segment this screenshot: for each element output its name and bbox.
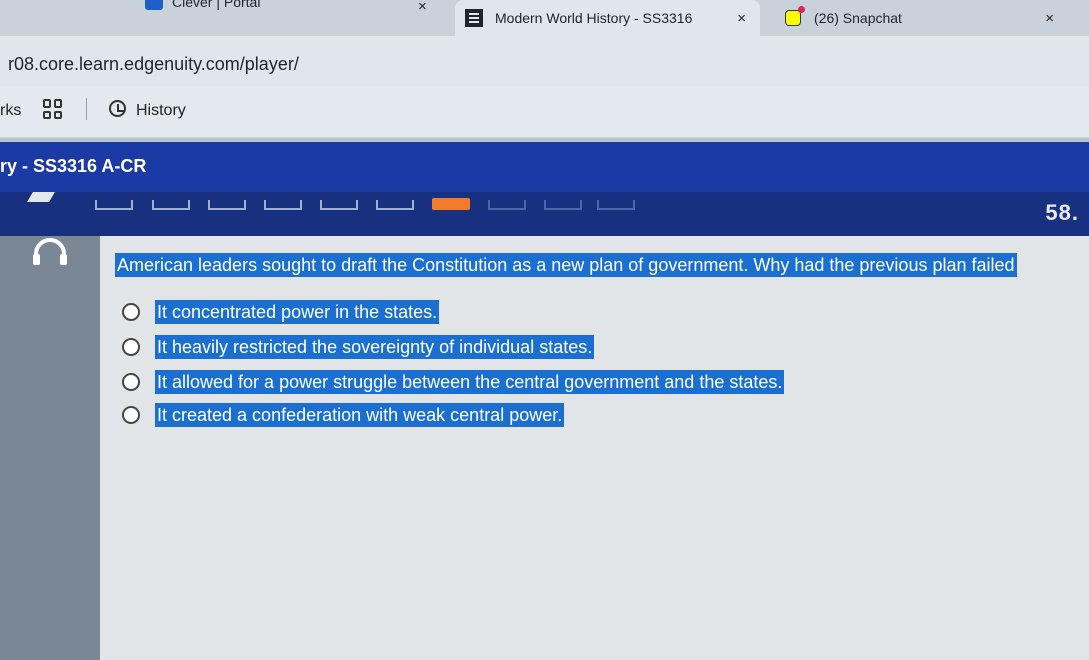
answer-choice-4[interactable]: It created a confederation with weak cen… (122, 402, 565, 428)
progress-segment-current[interactable] (432, 198, 470, 210)
answer-text: It allowed for a power struggle between … (155, 370, 785, 394)
progress-segment[interactable] (264, 200, 302, 210)
radio-button[interactable] (122, 406, 140, 424)
course-header: ry - SS3316 A-CR (0, 142, 1089, 192)
clever-favicon-icon (145, 0, 163, 10)
tab-title: Modern World History - SS3316 (495, 10, 693, 26)
question-prompt: American leaders sought to draft the Con… (115, 253, 1017, 277)
answer-text: It created a confederation with weak cen… (155, 403, 565, 427)
answer-choice-2[interactable]: It heavily restricted the sovereignty of… (122, 334, 595, 360)
tab-close-icon[interactable]: × (1045, 10, 1054, 27)
bookmark-history[interactable]: History (136, 102, 186, 120)
course-title: ry - SS3316 A-CR (0, 156, 147, 176)
left-rail (0, 236, 100, 660)
tab-modern-world-history[interactable]: Modern World History - SS3316 × (455, 0, 760, 36)
progress-segment[interactable] (597, 200, 635, 210)
tab-close-icon[interactable]: × (737, 10, 746, 27)
bookmark-item[interactable]: rks (0, 102, 21, 120)
url-text[interactable]: r08.core.learn.edgenuity.com/player/ (8, 54, 299, 75)
progress-segment[interactable] (320, 200, 358, 210)
progress-segment[interactable] (95, 200, 133, 210)
radio-button[interactable] (122, 338, 140, 356)
progress-segment[interactable] (208, 200, 246, 210)
tab-title: (26) Snapchat (814, 10, 902, 26)
question-text: American leaders sought to draft the Con… (115, 253, 1017, 277)
tab-snapchat[interactable]: (26) Snapchat × (766, 0, 1076, 36)
progress-segment[interactable] (152, 200, 190, 210)
radio-button[interactable] (122, 373, 140, 391)
progress-segment[interactable] (544, 200, 582, 210)
radio-button[interactable] (122, 303, 140, 321)
question-counter: 58. (1045, 200, 1079, 225)
answer-text: It heavily restricted the sovereignty of… (155, 335, 595, 359)
bookmarks-divider (86, 98, 87, 120)
address-bar: r08.core.learn.edgenuity.com/player/ (0, 36, 1089, 86)
progress-segment[interactable] (376, 200, 414, 210)
answer-choice-3[interactable]: It allowed for a power struggle between … (122, 369, 785, 395)
progress-strip: 58. (0, 192, 1089, 236)
tab-close-icon[interactable]: × (418, 0, 427, 15)
tab-title: Clever | Portal (172, 0, 261, 10)
answer-text: It concentrated power in the states. (155, 300, 440, 324)
browser-tab-strip: Clever | Portal × Modern World History -… (0, 0, 1089, 36)
headphones-icon[interactable] (30, 238, 70, 266)
history-icon (109, 100, 126, 117)
snapchat-favicon-icon (784, 6, 805, 27)
tab-clever-portal[interactable]: Clever | Portal × (0, 0, 450, 36)
bookmarks-bar: rks History (0, 86, 1089, 138)
apps-grid-icon[interactable] (43, 99, 63, 119)
answer-choice-1[interactable]: It concentrated power in the states. (122, 299, 440, 325)
progress-segment[interactable] (488, 200, 526, 210)
document-favicon-icon (465, 9, 483, 27)
